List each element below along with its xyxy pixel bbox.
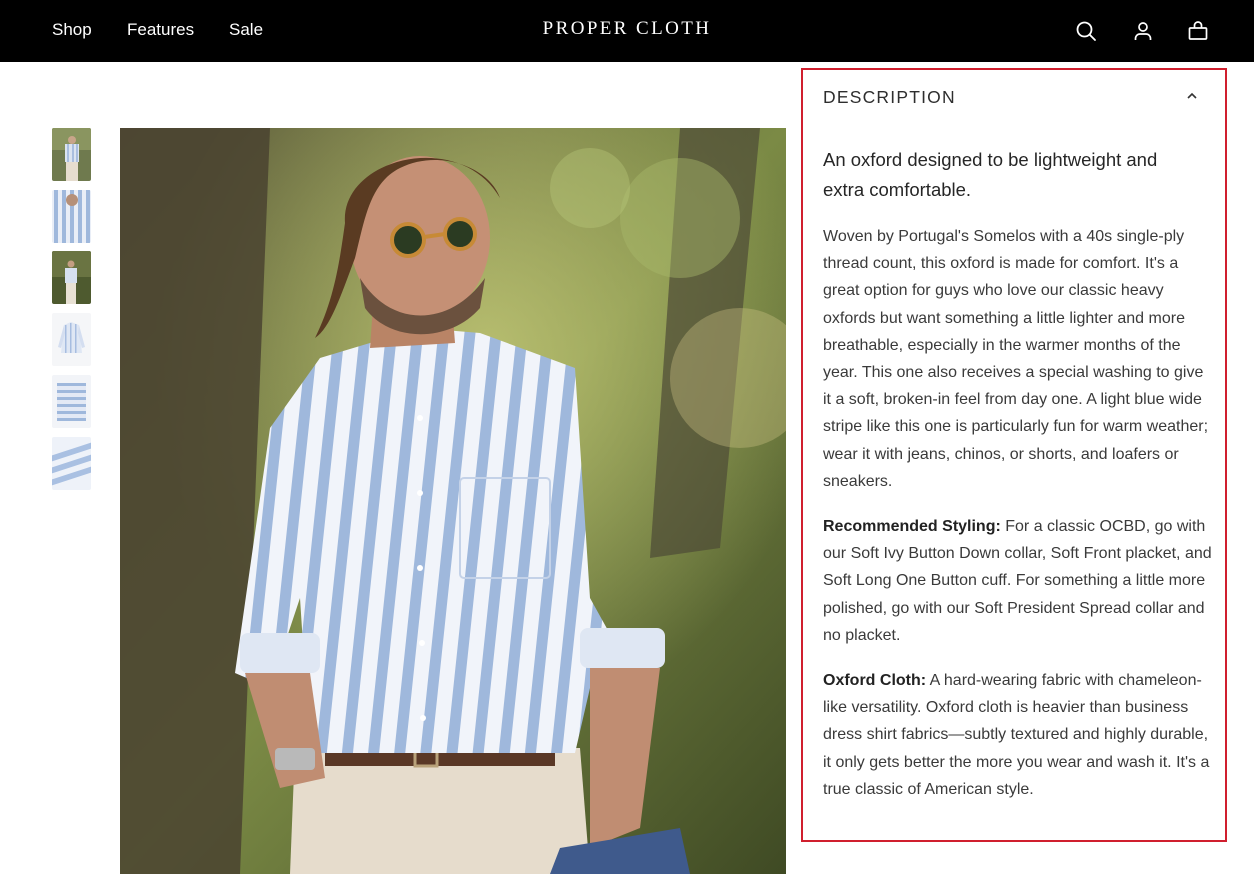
top-navigation-bar: Shop Features Sale PROPER CLOTH: [0, 0, 1254, 62]
recommended-styling-text: For a classic OCBD, go with our Soft Ivy…: [823, 518, 1212, 644]
oxford-cloth-paragraph: Oxford Cloth: A hard-wearing fabric with…: [823, 667, 1215, 803]
recommended-styling-label: Recommended Styling:: [823, 518, 1001, 535]
product-thumbnail[interactable]: [52, 437, 91, 490]
description-accordion-header[interactable]: DESCRIPTION: [823, 84, 1207, 110]
product-thumbnail[interactable]: [52, 128, 91, 181]
recommended-styling-paragraph: Recommended Styling: For a classic OCBD,…: [823, 513, 1215, 649]
chevron-up-icon[interactable]: [1185, 89, 1199, 103]
brand-logo[interactable]: PROPER CLOTH: [0, 18, 1254, 40]
oxford-cloth-label: Oxford Cloth:: [823, 672, 927, 689]
description-title: DESCRIPTION: [823, 87, 956, 107]
product-thumbnail[interactable]: [52, 313, 91, 366]
description-body: Woven by Portugal's Somelos with a 40s s…: [823, 228, 1209, 490]
product-thumbnail[interactable]: [52, 251, 91, 304]
account-icon[interactable]: [1131, 19, 1155, 43]
oxford-cloth-text: A hard-wearing fabric with chameleon-lik…: [823, 672, 1210, 798]
search-icon[interactable]: [1074, 19, 1098, 43]
product-thumbnail[interactable]: [52, 375, 91, 428]
product-thumbnail[interactable]: [52, 190, 91, 243]
description-lead: An oxford designed to be lightweight and…: [823, 149, 1158, 200]
description-panel: DESCRIPTION An oxford designed to be lig…: [801, 68, 1227, 842]
cart-icon[interactable]: [1186, 19, 1210, 43]
main-product-image[interactable]: [120, 128, 786, 874]
